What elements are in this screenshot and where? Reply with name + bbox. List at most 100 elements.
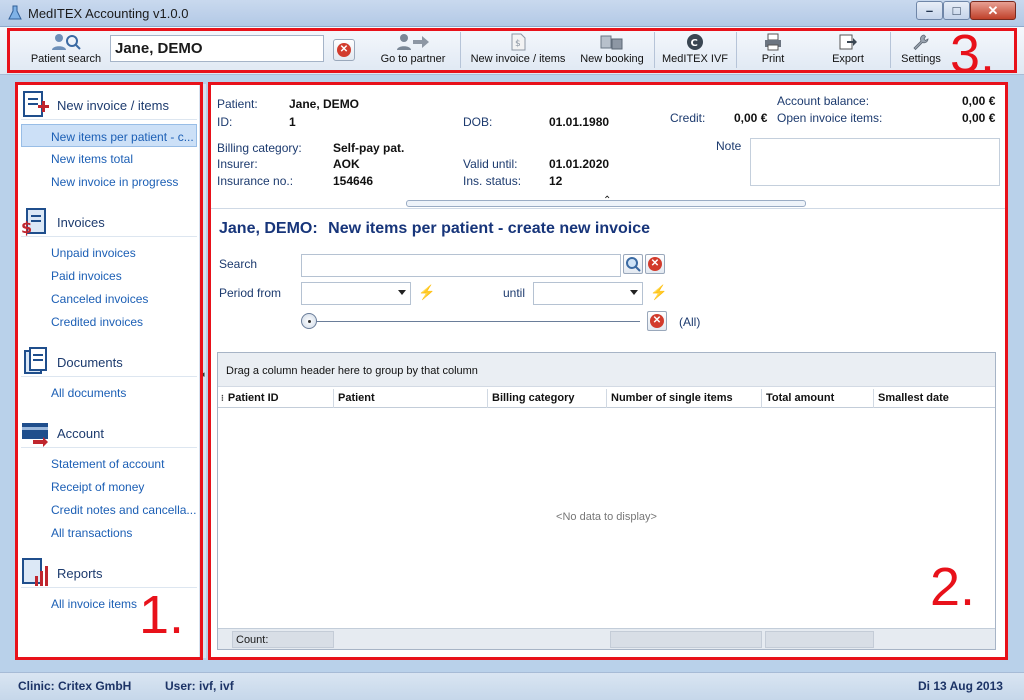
dob-label: DOB:	[463, 115, 493, 129]
toolbar-separator	[890, 32, 891, 68]
nav-group-header[interactable]: New invoice / items	[21, 90, 197, 120]
nav-group-header[interactable]: Account	[21, 418, 197, 448]
app-flask-icon	[8, 5, 22, 20]
page-title-patient: Jane, DEMO:	[219, 220, 318, 237]
minimize-button[interactable]: –	[916, 1, 943, 20]
column-header-number-of-items[interactable]: Number of single items	[607, 389, 762, 408]
credit-value: 0,00 €	[734, 111, 768, 125]
period-slider-knob[interactable]	[301, 313, 317, 329]
nav-item-receipt-of-money[interactable]: Receipt of money	[21, 475, 197, 498]
patient-value: Jane, DEMO	[289, 97, 360, 111]
new-booking-button[interactable]: New booking	[576, 31, 648, 71]
close-window-button[interactable]: ✕	[970, 1, 1016, 20]
navigation-sidebar: New invoice / items New items per patien…	[17, 84, 201, 658]
svg-text:$: $	[515, 39, 521, 49]
go-to-partner-icon	[397, 34, 429, 50]
search-icon	[626, 257, 641, 272]
footer-summary-cell	[610, 631, 762, 648]
status-user: User: ivf, ivf	[165, 679, 234, 693]
column-header-label: Patient ID	[227, 392, 279, 404]
nav-group-header[interactable]: Documents	[21, 347, 197, 377]
column-header-patient[interactable]: Patient	[334, 389, 488, 408]
annotation-label-2: 2.	[930, 557, 976, 617]
nav-item-canceled-invoices[interactable]: Canceled invoices	[21, 287, 197, 310]
patient-field[interactable]: Jane, DEMO	[110, 35, 324, 62]
group-by-panel[interactable]: Drag a column header here to group by th…	[218, 353, 995, 387]
until-label: until	[503, 286, 526, 300]
status-bar: Clinic: Critex GmbH User: ivf, ivf Di 13…	[0, 672, 1024, 700]
new-invoice-label: New invoice / items	[470, 53, 566, 65]
nav-group-documents: Documents All documents	[21, 347, 197, 404]
reset-slider-button[interactable]: ✕	[647, 311, 667, 331]
export-button[interactable]: Export	[818, 31, 878, 71]
toolbar-separator	[654, 32, 655, 68]
period-slider-track[interactable]	[308, 321, 640, 322]
header-collapse-bar[interactable]: ⌃	[406, 195, 806, 207]
status-clinic: Clinic: Critex GmbH	[18, 679, 132, 693]
settings-button[interactable]: Settings	[894, 31, 948, 71]
chevron-down-icon	[630, 290, 638, 295]
go-to-partner-button[interactable]: Go to partner	[372, 31, 454, 71]
main-panel: Patient: Jane, DEMO ID: 1 DOB: 01.01.198…	[210, 84, 1006, 658]
open-items-value: 0,00 €	[962, 111, 996, 125]
column-header-patient-id[interactable]: ⁝ Patient ID	[218, 389, 334, 408]
nav-item-new-items-per-patient[interactable]: New items per patient - c...	[21, 124, 197, 147]
nav-item-credit-notes[interactable]: Credit notes and cancella...	[21, 498, 197, 521]
page-title: Jane, DEMO: New items per patient - crea…	[219, 220, 650, 238]
lightning-icon[interactable]: ⚡	[418, 284, 435, 301]
nav-group-header[interactable]: $ Invoices	[21, 207, 197, 237]
nav-group-label: Invoices	[57, 215, 105, 230]
print-button[interactable]: Print	[744, 31, 802, 71]
nav-item-statement-of-account[interactable]: Statement of account	[21, 452, 197, 475]
nav-item-all-transactions[interactable]: All transactions	[21, 521, 197, 544]
column-header-total-amount[interactable]: Total amount	[762, 389, 874, 408]
open-items-label: Open invoice items:	[777, 111, 883, 125]
nav-item-credited-invoices[interactable]: Credited invoices	[21, 310, 197, 333]
period-from-select[interactable]	[301, 282, 411, 305]
nav-group-label: Reports	[57, 566, 103, 581]
toolbar-separator	[460, 32, 461, 68]
clear-icon: ✕	[650, 314, 664, 328]
valid-until-label: Valid until:	[463, 157, 518, 171]
nav-group-account: Account Statement of account Receipt of …	[21, 418, 197, 544]
chevron-down-icon	[398, 290, 406, 295]
svg-text:$: $	[21, 218, 32, 237]
nav-item-all-documents[interactable]: All documents	[21, 381, 197, 404]
print-label: Print	[761, 53, 785, 65]
patient-search-button[interactable]: Patient search	[22, 31, 110, 71]
until-select[interactable]	[533, 282, 643, 305]
new-booking-label: New booking	[580, 53, 644, 65]
clear-search-button[interactable]: ✕	[645, 254, 665, 274]
new-invoice-button[interactable]: $ New invoice / items	[466, 31, 570, 71]
nav-group-label: Account	[57, 426, 104, 441]
clear-patient-button[interactable]: ✕	[333, 39, 355, 61]
nav-item-new-invoice-in-progress[interactable]: New invoice in progress	[21, 170, 197, 193]
page-title-text: New items per patient - create new invoi…	[328, 220, 651, 237]
maximize-button[interactable]: □	[943, 1, 970, 20]
nav-item-paid-invoices[interactable]: Paid invoices	[21, 264, 197, 287]
column-header-smallest-date[interactable]: Smallest date	[874, 389, 995, 408]
export-label: Export	[832, 53, 864, 65]
documents-icon	[24, 347, 47, 374]
window-title: MedITEX Accounting v1.0.0	[28, 6, 189, 21]
clear-icon: ✕	[648, 257, 662, 271]
column-header-billing-category[interactable]: Billing category	[488, 389, 607, 408]
meditex-ivf-button[interactable]: C MedITEX IVF	[660, 31, 730, 71]
search-button[interactable]	[623, 254, 643, 274]
lightning-icon[interactable]: ⚡	[650, 284, 667, 301]
collapse-arrow-icon[interactable]: ◂	[200, 369, 205, 380]
svg-text:C: C	[691, 38, 698, 49]
insurer-label: Insurer:	[217, 157, 258, 171]
column-chooser-icon[interactable]: ⁝	[221, 393, 224, 403]
main-toolbar: Patient search Jane, DEMO ✕ Go to partne…	[0, 27, 1024, 75]
insurance-no-value: 154646	[333, 174, 374, 188]
nav-item-unpaid-invoices[interactable]: Unpaid invoices	[21, 241, 197, 264]
new-invoice-doc-icon: $	[511, 33, 526, 51]
id-label: ID:	[217, 115, 233, 129]
nav-item-new-items-total[interactable]: New items total	[21, 147, 197, 170]
export-icon	[839, 34, 857, 50]
note-field[interactable]	[750, 138, 1000, 186]
sidebar-splitter[interactable]: ◂	[199, 84, 206, 658]
nav-group-header[interactable]: Reports	[21, 558, 197, 588]
search-input[interactable]	[301, 254, 621, 277]
